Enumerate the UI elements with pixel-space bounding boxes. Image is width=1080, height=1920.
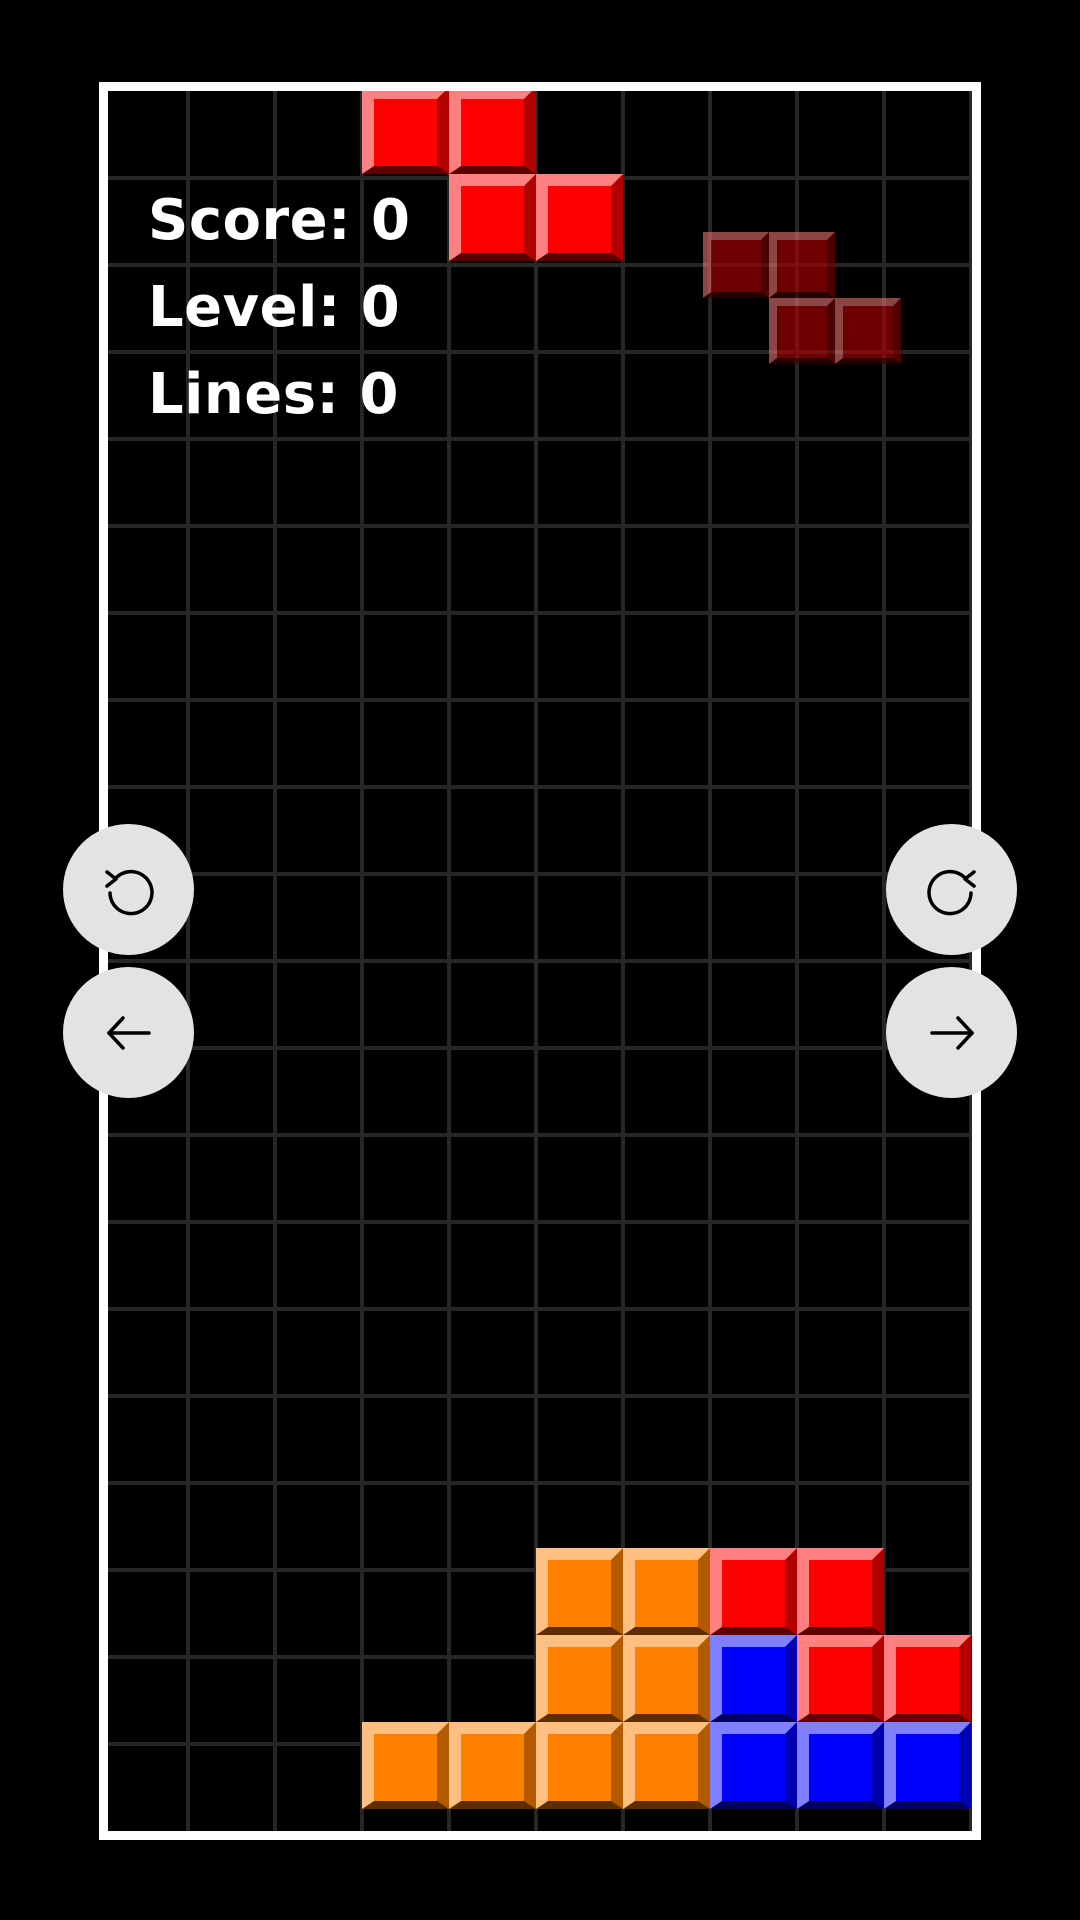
move-left-button[interactable] [63, 967, 194, 1098]
stack-block [536, 1548, 623, 1635]
stack-block [710, 1548, 797, 1635]
next-piece-preview-block [835, 298, 901, 364]
active-piece-block [362, 91, 449, 174]
arrow-left-icon [106, 1015, 151, 1050]
playfield[interactable] [108, 91, 972, 1831]
stack-block [362, 1722, 449, 1809]
grid-line [108, 1481, 972, 1485]
grid-line [108, 437, 972, 441]
stack-block [449, 1722, 536, 1809]
stack-block [710, 1722, 797, 1809]
grid-line [108, 1307, 972, 1311]
lines-label: Lines: 0 [148, 362, 399, 427]
stack-block [536, 1722, 623, 1809]
grid-line [108, 872, 972, 876]
grid-line [108, 263, 972, 267]
level-label: Level: 0 [148, 275, 401, 340]
stack-block [797, 1548, 884, 1635]
rotate-left-button[interactable] [63, 824, 194, 955]
next-piece-preview-block [703, 232, 769, 298]
next-piece-preview-block [769, 298, 835, 364]
active-piece-block [449, 174, 536, 261]
stack-block [884, 1722, 971, 1809]
grid-line [108, 785, 972, 789]
grid-line [108, 1394, 972, 1398]
rotate-cw-icon [926, 869, 976, 915]
stack-block [623, 1635, 710, 1722]
active-piece-block [536, 174, 623, 261]
grid-line [108, 959, 972, 963]
grid-line [108, 524, 972, 528]
rotate-right-button[interactable] [886, 824, 1017, 955]
grid-line [108, 1133, 972, 1137]
grid-line [108, 698, 972, 702]
active-piece-block [449, 91, 536, 174]
score-label: Score: 0 [148, 188, 411, 253]
next-piece-preview-block [769, 232, 835, 298]
stack-block [797, 1722, 884, 1809]
stack-block [884, 1635, 971, 1722]
arrow-right-icon [929, 1015, 974, 1050]
grid-line [108, 611, 972, 615]
stack-block [623, 1722, 710, 1809]
stack-block [536, 1635, 623, 1722]
rotate-ccw-icon [104, 869, 154, 915]
stack-block [710, 1635, 797, 1722]
stack-block [623, 1548, 710, 1635]
stack-block [797, 1635, 884, 1722]
grid-line [108, 1046, 972, 1050]
move-right-button[interactable] [886, 967, 1017, 1098]
grid-line [108, 1220, 972, 1224]
